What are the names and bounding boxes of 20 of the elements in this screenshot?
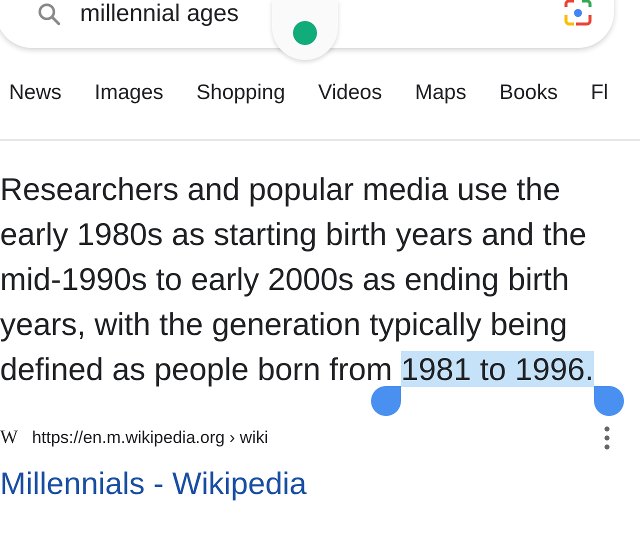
more-icon[interactable] xyxy=(604,426,610,450)
snippet-paragraph: Researchers and popular media use the early 1980s as starting birth years and the mid-1990s to early 2000s as ending birth years, with the generation typically being defined as people born from 1981 to 1996. xyxy=(0,167,615,392)
tab[interactable]: Videos xyxy=(318,81,382,105)
site-logo: W xyxy=(0,427,18,449)
selection-handle-icon[interactable] xyxy=(594,386,624,416)
selection-handle-icon[interactable] xyxy=(371,386,402,416)
camera-icon[interactable] xyxy=(562,0,594,27)
tab[interactable]: Maps xyxy=(414,81,466,105)
floating-bubble[interactable] xyxy=(272,0,338,60)
dot-icon xyxy=(293,21,317,45)
tab[interactable]: Books xyxy=(499,81,558,105)
result-title-link[interactable]: Millennials - Wikipedia xyxy=(0,466,640,502)
tab[interactable]: News xyxy=(9,81,62,105)
tab[interactable]: Fl xyxy=(590,81,608,105)
tab[interactable]: Images xyxy=(94,81,164,105)
tab[interactable]: Shopping xyxy=(196,81,286,105)
result-url[interactable]: https://en.m.wikipedia.org › wiki xyxy=(32,428,604,448)
search-bar[interactable]: millennial ages xyxy=(0,0,614,48)
search-query[interactable]: millennial ages xyxy=(80,0,562,28)
search-icon xyxy=(36,1,62,27)
